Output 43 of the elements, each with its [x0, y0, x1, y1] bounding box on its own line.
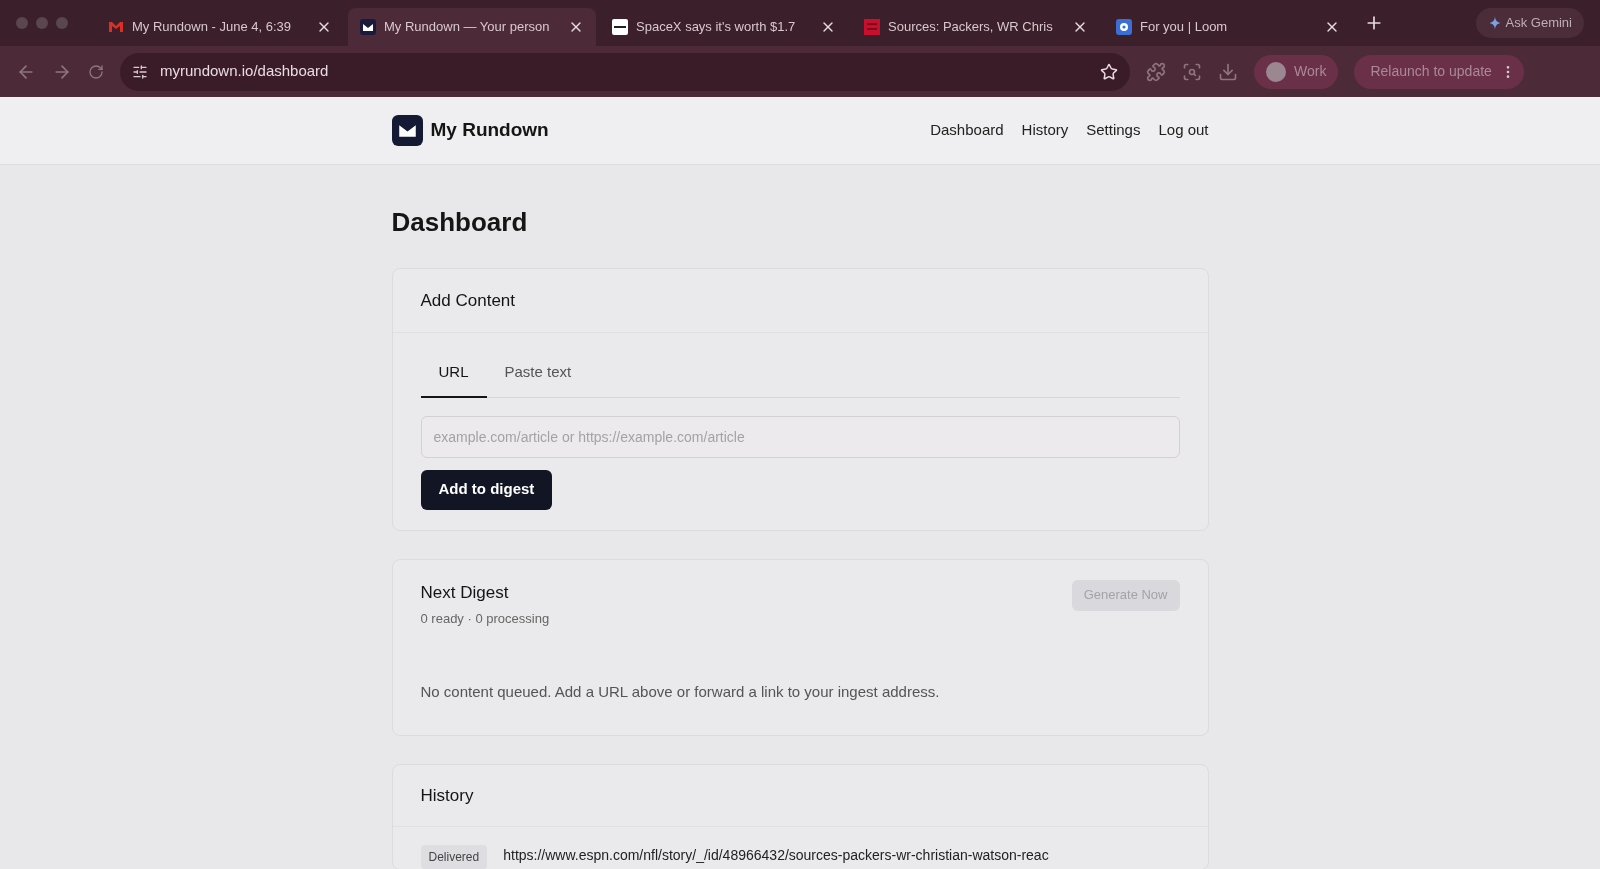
tab-title: For you | Loom — [1140, 18, 1229, 37]
tab-title: Sources: Packers, WR Chris — [888, 18, 1054, 37]
card-title: History — [420, 784, 474, 807]
content-tab[interactable]: URL — [420, 353, 487, 398]
history-link[interactable]: https://www.espn.com/nfl/story/_/id/48966432/sources-packers-wr-christian-watson-reac — [503, 845, 1164, 865]
nav-link[interactable]: History — [1021, 119, 1069, 142]
nav-link[interactable]: Settings — [1086, 119, 1141, 142]
content-tab[interactable]: Paste text — [486, 353, 590, 398]
reload-icon[interactable] — [88, 63, 104, 80]
avatar-icon — [1266, 61, 1286, 82]
digest-status: 0 ready · 0 processing — [420, 610, 551, 628]
newspaper-icon — [612, 19, 628, 35]
url-text: myrundown.io/dashboard — [160, 61, 330, 82]
envelope-icon — [360, 19, 376, 35]
browser-tab[interactable]: My Rundown - June 4, 6:39 — [96, 8, 344, 46]
flower-icon — [1116, 19, 1132, 35]
empty-message: No content queued. Add a URL above or forward a link to your ingest address. — [420, 681, 941, 702]
status-badge: Delivered — [420, 845, 488, 869]
url-input[interactable]: example.com/article or https://example.com/article — [420, 415, 1180, 458]
browser-tab[interactable]: SpaceX says it's worth $1.7 — [600, 8, 848, 46]
nav-link[interactable]: Log out — [1158, 119, 1209, 142]
address-bar[interactable]: myrundown.io/dashboard — [120, 52, 1130, 91]
envelope-logo-icon — [391, 115, 423, 146]
tab-title: My Rundown - June 4, 6:39 — [132, 18, 292, 37]
page-title: Dashboard — [391, 206, 529, 239]
mail-icon — [108, 19, 124, 35]
puzzle-icon[interactable] — [1146, 61, 1166, 82]
newspaper-icon — [864, 19, 880, 35]
add-to-digest-button[interactable]: Add to digest — [420, 469, 553, 510]
download-icon[interactable] — [1218, 61, 1238, 82]
site-settings-icon[interactable] — [132, 63, 148, 80]
tab-title: SpaceX says it's worth $1.7 — [636, 18, 797, 37]
browser-tab[interactable]: For you | Loom — [1104, 8, 1352, 46]
lens-icon[interactable] — [1182, 61, 1202, 82]
nav-link[interactable]: Dashboard — [930, 119, 1004, 142]
browser-tab[interactable]: My Rundown — Your person — [348, 8, 596, 46]
card-title: Next Digest — [420, 581, 510, 604]
tab-title: My Rundown — Your person — [384, 18, 551, 37]
star-icon[interactable] — [1100, 62, 1118, 81]
browser-tab[interactable]: Sources: Packers, WR Chris — [852, 8, 1100, 46]
brand-name: My Rundown — [430, 118, 549, 143]
ask-button[interactable]: Ask Gemini — [1475, 8, 1584, 38]
card-title: Add Content — [420, 289, 515, 312]
